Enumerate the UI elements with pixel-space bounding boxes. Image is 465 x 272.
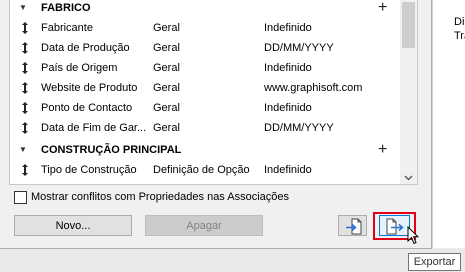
chevron-down-icon[interactable] — [404, 172, 413, 184]
property-type: Geral — [153, 122, 180, 134]
panel-divider — [432, 0, 433, 248]
list-item[interactable]: Fabricante Geral Indefinido — [10, 18, 400, 38]
property-type: Geral — [153, 82, 180, 94]
reorder-grip-icon[interactable] — [20, 38, 30, 58]
property-name: Data de Fim de Gar... — [41, 122, 147, 134]
list-item[interactable]: País de Origem Geral Indefinido — [10, 58, 400, 78]
property-name: Fabricante — [41, 22, 93, 34]
property-name: Data de Produção — [41, 42, 130, 54]
property-name: Tipo de Construção — [41, 164, 137, 176]
import-button[interactable] — [338, 215, 367, 236]
adjacent-panel: Di Tra — [432, 0, 465, 248]
property-value: Indefinido — [264, 102, 312, 114]
list-item[interactable]: Website de Produto Geral www.graphisoft.… — [10, 78, 400, 98]
property-type: Geral — [153, 42, 180, 54]
reorder-grip-icon[interactable] — [20, 98, 30, 118]
reorder-grip-icon[interactable] — [20, 18, 30, 38]
plus-icon[interactable]: + — [378, 140, 387, 160]
list-item[interactable]: Tipo de Construção Definição de Opção In… — [10, 160, 400, 180]
mouse-cursor-icon — [407, 225, 420, 248]
list-item[interactable]: Data de Fim de Gar... Geral DD/MM/YYYY — [10, 118, 400, 138]
new-button[interactable]: Novo... — [14, 215, 132, 236]
property-type: Geral — [153, 102, 180, 114]
property-name: País de Origem — [41, 62, 118, 74]
scrollbar-thumb[interactable] — [402, 2, 415, 48]
reorder-grip-icon[interactable] — [20, 160, 30, 180]
panel-text-2: Tra — [454, 30, 465, 42]
export-tooltip: Exportar — [408, 253, 461, 271]
background-strip — [0, 249, 465, 272]
property-value: www.graphisoft.com — [264, 82, 363, 94]
collapse-arrow-icon[interactable]: ▼ — [19, 140, 27, 160]
vertical-scrollbar[interactable] — [400, 0, 417, 184]
group-name: CONSTRUÇÃO PRINCIPAL — [41, 144, 182, 156]
property-value: DD/MM/YYYY — [264, 42, 334, 54]
collapse-arrow-icon[interactable]: ▼ — [19, 0, 27, 18]
group-header-construcao-principal[interactable]: ▼ CONSTRUÇÃO PRINCIPAL + — [10, 140, 400, 160]
property-type: Geral — [153, 62, 180, 74]
list-item[interactable]: Data de Produção Geral DD/MM/YYYY — [10, 38, 400, 58]
reorder-grip-icon[interactable] — [20, 58, 30, 78]
delete-button[interactable]: Apagar — [145, 215, 263, 236]
property-value: DD/MM/YYYY — [264, 122, 334, 134]
list-item[interactable]: Ponto de Contacto Geral Indefinido — [10, 98, 400, 118]
property-type: Definição de Opção — [153, 164, 250, 176]
property-type: Geral — [153, 22, 180, 34]
property-name: Website de Produto — [41, 82, 138, 94]
property-name: Ponto de Contacto — [41, 102, 133, 114]
show-conflicts-checkbox[interactable] — [14, 191, 27, 204]
property-manager-dialog: ▼ FABRICO + Fabricante Geral Indefinido … — [0, 0, 432, 249]
reorder-grip-icon[interactable] — [20, 118, 30, 138]
property-value: Indefinido — [264, 62, 312, 74]
panel-text-1: Di — [454, 16, 465, 28]
group-header-fabrico[interactable]: ▼ FABRICO + — [10, 0, 400, 18]
property-value: Indefinido — [264, 164, 312, 176]
show-conflicts-label: Mostrar conflitos com Propriedades nas A… — [31, 191, 290, 203]
reorder-grip-icon[interactable] — [20, 78, 30, 98]
property-list: ▼ FABRICO + Fabricante Geral Indefinido … — [9, 0, 418, 185]
plus-icon[interactable]: + — [378, 0, 387, 18]
group-name: FABRICO — [41, 2, 91, 14]
property-value: Indefinido — [264, 22, 312, 34]
